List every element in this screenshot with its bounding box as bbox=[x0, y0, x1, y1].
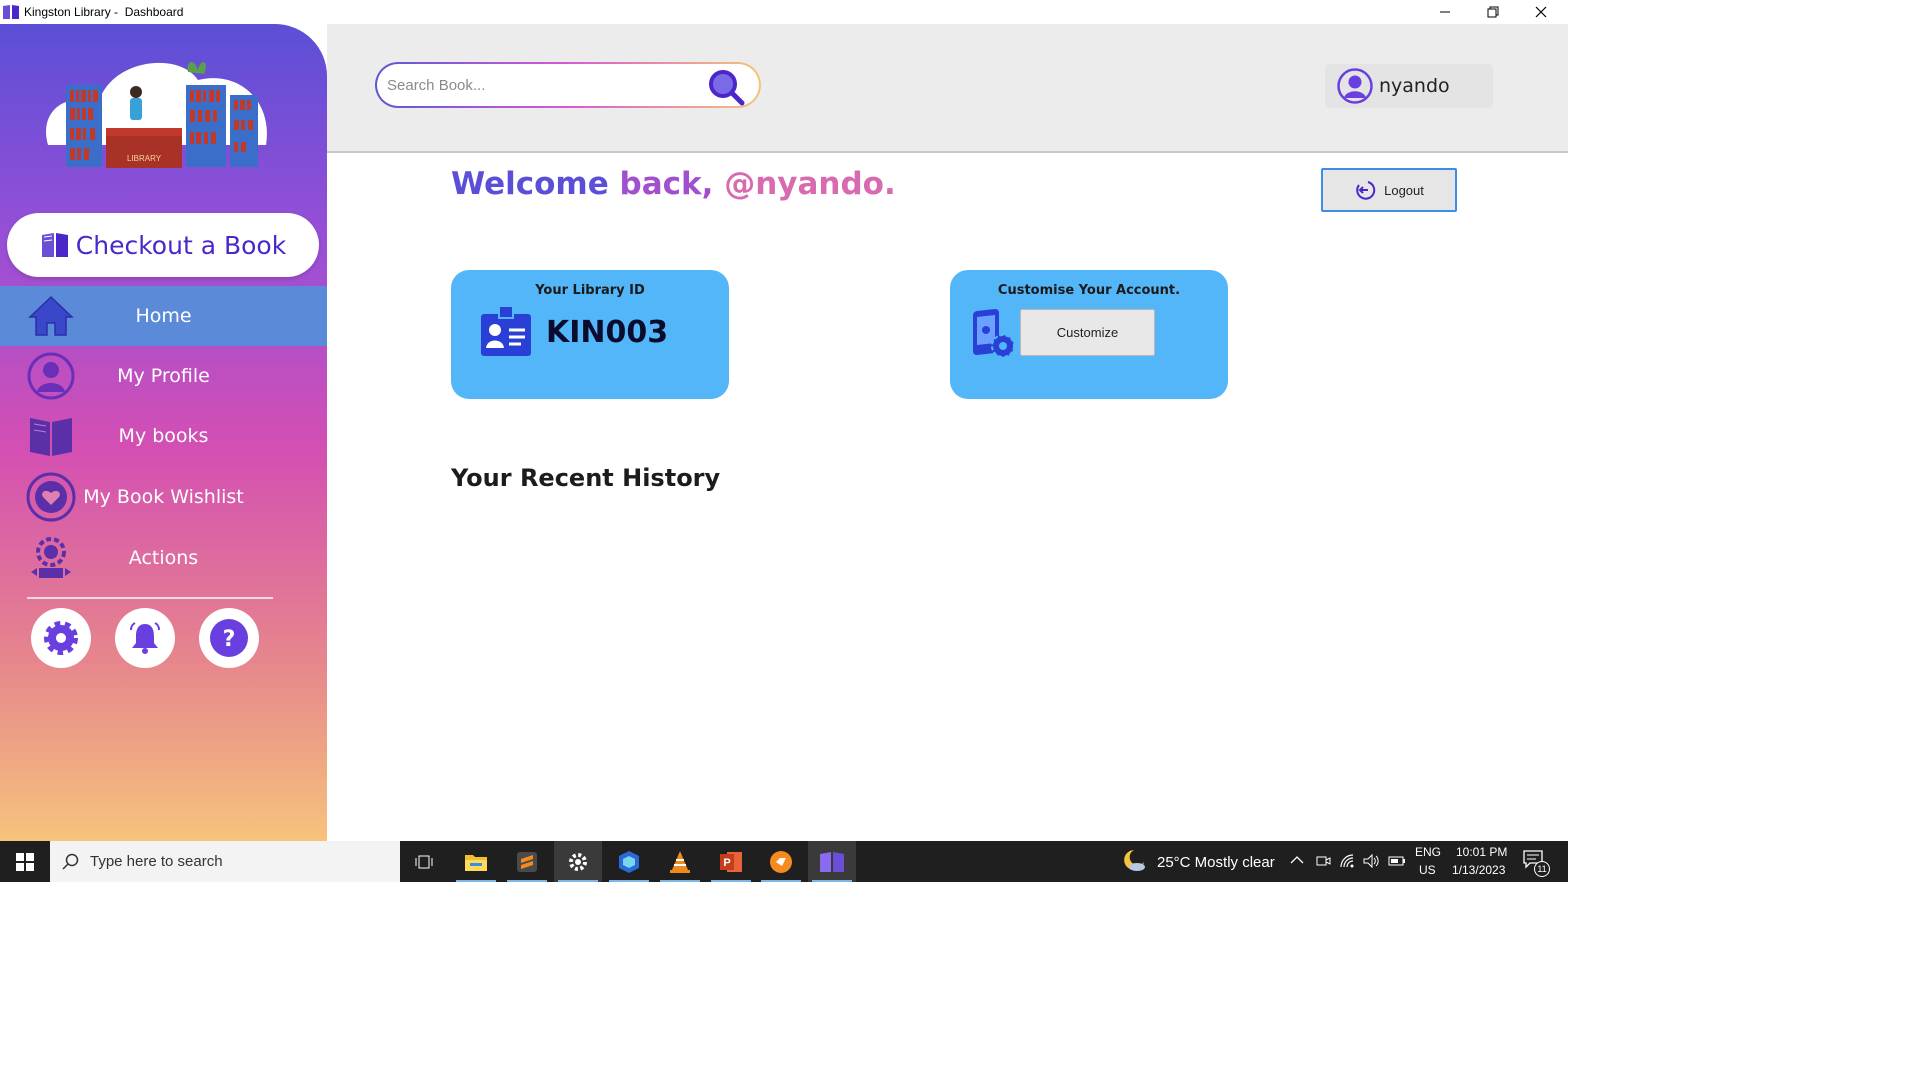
welcome-back-text: back, bbox=[608, 166, 714, 202]
sidebar-item-my-books[interactable]: My books bbox=[0, 406, 327, 466]
meet-now-icon[interactable] bbox=[1315, 853, 1331, 869]
help-button[interactable]: ? bbox=[199, 608, 259, 668]
logout-label: Logout bbox=[1384, 182, 1424, 198]
search-icon bbox=[62, 853, 79, 870]
taskbar-settings[interactable] bbox=[554, 841, 602, 882]
minimize-icon bbox=[1440, 11, 1450, 13]
username: nyando bbox=[1379, 75, 1450, 97]
task-view-icon bbox=[415, 855, 433, 868]
bell-icon bbox=[130, 622, 160, 654]
app-book-icon bbox=[820, 851, 844, 872]
sidebar-item-wishlist[interactable]: My Book Wishlist bbox=[0, 467, 327, 527]
sidebar-divider bbox=[27, 597, 273, 599]
recent-history-heading: Your Recent History bbox=[451, 464, 721, 492]
taskbar-powerpoint[interactable]: P bbox=[707, 841, 755, 882]
welcome-text: Welcome bbox=[451, 166, 609, 202]
battery-icon[interactable] bbox=[1388, 855, 1406, 867]
close-button[interactable] bbox=[1518, 0, 1564, 24]
taskbar-sublime-text[interactable] bbox=[503, 841, 551, 882]
notifications-button[interactable] bbox=[115, 608, 175, 668]
search-icon[interactable] bbox=[707, 68, 745, 106]
window-title: Kingston Library - Dashboard bbox=[24, 5, 184, 19]
window-titlebar: Kingston Library - Dashboard bbox=[0, 0, 1568, 24]
chevron-up-icon[interactable] bbox=[1290, 855, 1304, 865]
sidebar: LIBRARY Checkout a Book Home My Profile … bbox=[0, 24, 327, 841]
clock-date[interactable]: 1/13/2023 bbox=[1452, 863, 1505, 877]
library-id-value: KIN003 bbox=[546, 315, 669, 350]
region-indicator[interactable]: US bbox=[1419, 863, 1436, 877]
open-book-icon bbox=[41, 233, 68, 257]
restore-button[interactable] bbox=[1470, 0, 1516, 24]
library-id-title: Your Library ID bbox=[535, 283, 645, 298]
checkout-label: Checkout a Book bbox=[75, 230, 287, 260]
restore-icon bbox=[1487, 6, 1499, 18]
wifi-icon[interactable] bbox=[1339, 853, 1357, 869]
user-chip[interactable]: nyando bbox=[1325, 64, 1493, 108]
weather-moon-icon bbox=[1124, 850, 1145, 871]
sidebar-item-label: Home bbox=[135, 305, 192, 327]
avatar bbox=[1337, 68, 1373, 104]
checkout-book-button[interactable]: Checkout a Book bbox=[7, 213, 319, 277]
logout-button[interactable]: Logout bbox=[1321, 168, 1457, 212]
svg-text:?: ? bbox=[223, 627, 236, 652]
customize-device-icon bbox=[973, 309, 1015, 358]
svg-text:P: P bbox=[723, 857, 730, 869]
language-indicator[interactable]: ENG bbox=[1415, 845, 1441, 859]
taskbar-app-orange[interactable] bbox=[757, 841, 805, 882]
notification-center-button[interactable]: 11 bbox=[1522, 849, 1552, 877]
sublime-icon bbox=[517, 851, 537, 872]
logout-icon bbox=[1356, 181, 1376, 200]
customise-title: Customise Your Account. bbox=[997, 283, 1181, 298]
search-input[interactable] bbox=[387, 64, 697, 106]
library-illustration: LIBRARY bbox=[46, 61, 267, 168]
powerpoint-icon: P bbox=[720, 851, 742, 872]
taskbar-file-explorer[interactable] bbox=[452, 841, 500, 882]
clock-time[interactable]: 10:01 PM bbox=[1456, 845, 1507, 859]
windows-icon bbox=[16, 852, 34, 871]
sidebar-item-label: My books bbox=[118, 425, 209, 447]
taskbar-virtualbox[interactable] bbox=[605, 841, 653, 882]
close-icon bbox=[1535, 6, 1547, 18]
library-id-card: Your Library ID KIN003 bbox=[451, 270, 729, 399]
vlc-icon bbox=[670, 850, 690, 873]
search-field-container bbox=[377, 64, 759, 106]
welcome-username: @nyando. bbox=[713, 166, 896, 202]
weather-text: 25°C Mostly clear bbox=[1157, 854, 1275, 871]
folder-icon bbox=[465, 854, 487, 871]
sidebar-item-label: My Book Wishlist bbox=[83, 486, 244, 508]
top-header: nyando bbox=[327, 24, 1568, 153]
search-bar bbox=[375, 62, 761, 108]
taskbar-search[interactable]: Type here to search bbox=[50, 841, 400, 882]
customise-account-card: Customise Your Account. Customize bbox=[950, 270, 1228, 399]
virtualbox-icon bbox=[619, 850, 639, 873]
sidebar-item-home[interactable]: Home bbox=[0, 286, 327, 346]
minimize-button[interactable] bbox=[1422, 0, 1468, 24]
volume-icon[interactable] bbox=[1362, 853, 1380, 869]
id-card-icon bbox=[481, 305, 531, 356]
orange-app-icon bbox=[770, 850, 792, 873]
app-book-icon bbox=[3, 5, 19, 19]
customize-button[interactable]: Customize bbox=[1020, 309, 1155, 356]
taskbar-kingston-library[interactable] bbox=[808, 841, 856, 882]
start-button[interactable] bbox=[0, 841, 50, 882]
help-icon: ? bbox=[210, 619, 248, 657]
sidebar-item-actions[interactable]: Actions bbox=[0, 528, 327, 588]
settings-button[interactable] bbox=[31, 608, 91, 668]
sidebar-item-label: Actions bbox=[128, 547, 199, 569]
task-view-button[interactable] bbox=[400, 841, 448, 882]
sidebar-item-label: My Profile bbox=[117, 365, 210, 387]
sidebar-item-my-profile[interactable]: My Profile bbox=[0, 346, 327, 406]
taskbar: Type here to search P 25°C Mostly clear … bbox=[0, 841, 1568, 882]
gear-icon bbox=[569, 852, 587, 871]
notification-count-badge: 11 bbox=[1534, 861, 1550, 877]
welcome-heading: Welcome back, @nyando. bbox=[451, 166, 896, 202]
illustration-label: LIBRARY bbox=[127, 154, 162, 163]
taskbar-vlc[interactable] bbox=[656, 841, 704, 882]
taskbar-search-placeholder: Type here to search bbox=[90, 853, 223, 870]
gear-icon bbox=[44, 621, 78, 655]
